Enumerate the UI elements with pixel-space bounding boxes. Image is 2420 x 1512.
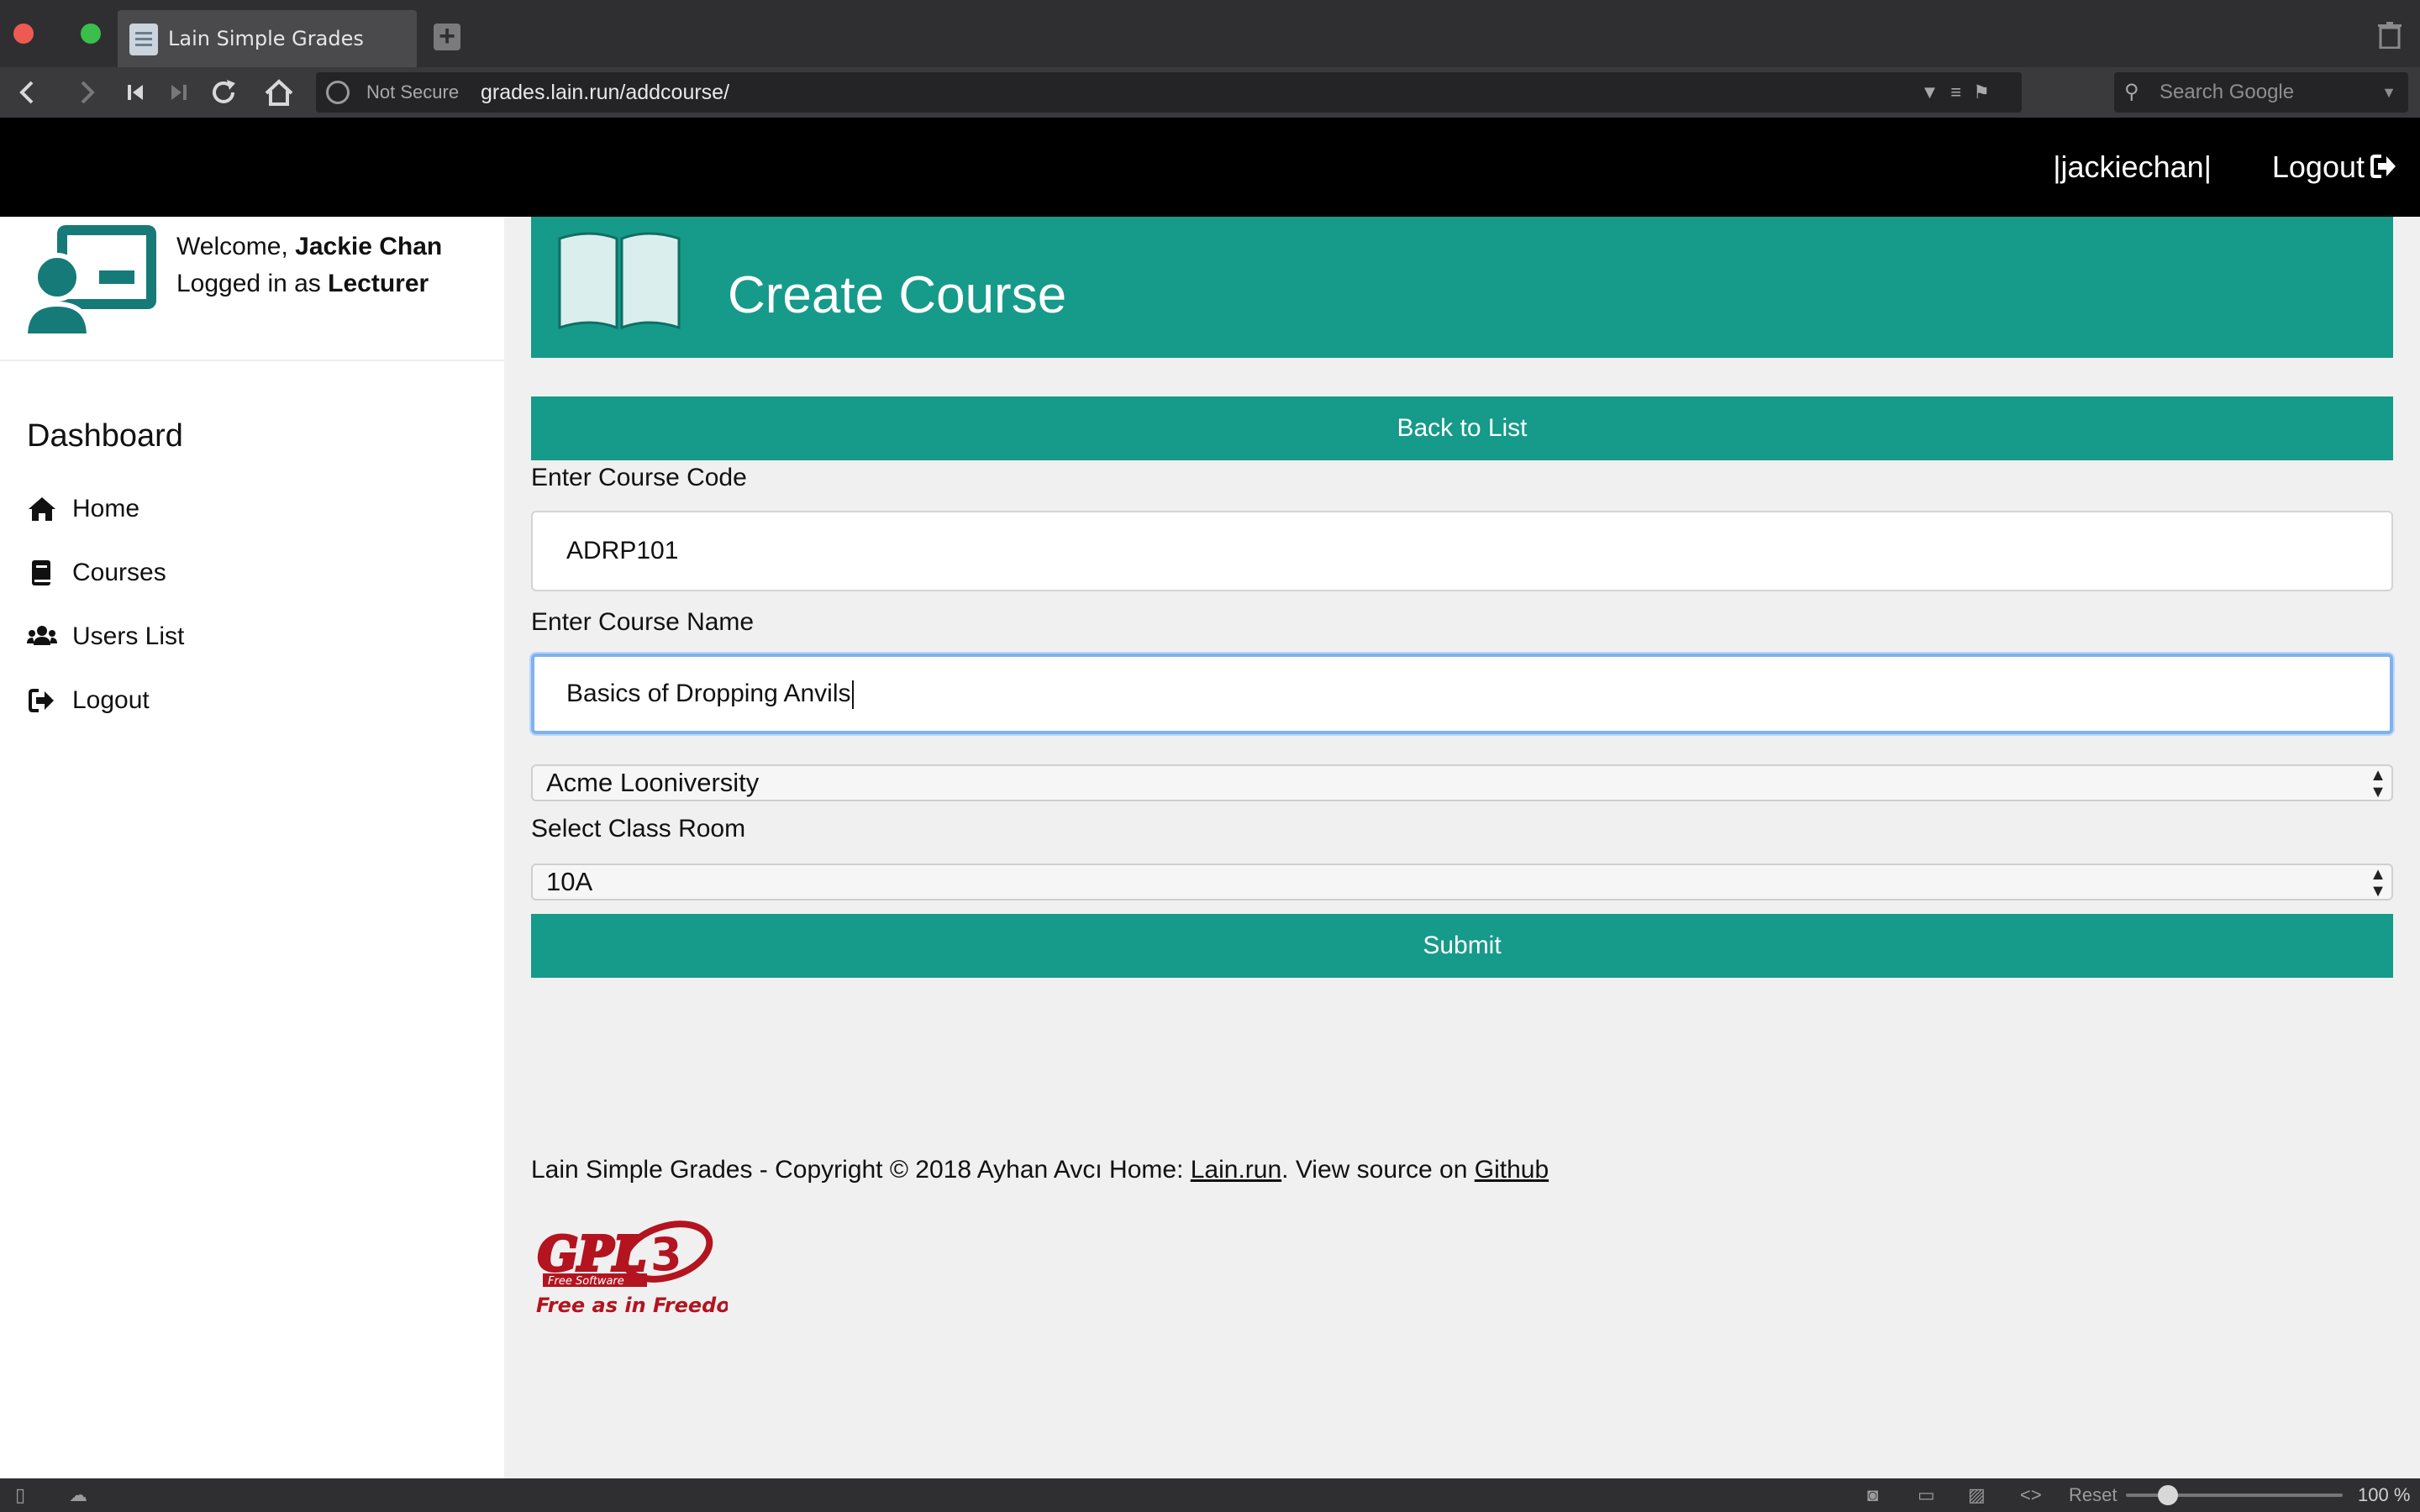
course-name-input[interactable]: Basics of Dropping Anvils xyxy=(531,654,2393,734)
sidebar-item-users-list[interactable]: Users List xyxy=(27,612,481,662)
welcome-text: Welcome, Jackie Chan Logged in as Lectur… xyxy=(176,228,442,302)
course-name-value: Basics of Dropping Anvils xyxy=(566,680,851,707)
user-profile: Welcome, Jackie Chan Logged in as Lectur… xyxy=(0,217,504,361)
footer-text: Lain Simple Grades - Copyright © 2018 Ay… xyxy=(531,1156,1549,1184)
book-icon xyxy=(32,560,50,585)
page-header: Create Course xyxy=(531,217,2393,358)
new-tab-button[interactable]: + xyxy=(434,22,460,50)
logout-link[interactable]: Logout xyxy=(2272,118,2365,217)
sidebar-item-label: Courses xyxy=(72,559,166,586)
gpl-logo[interactable]: GPL GPL 3 Free Software Free as in Freed… xyxy=(533,1218,728,1319)
chevron-down-icon[interactable]: ▼ xyxy=(2381,72,2396,113)
github-link[interactable]: Github xyxy=(1475,1156,1549,1184)
address-bar: Not Secure grades.lain.run/addcourse/ ▼≡… xyxy=(0,67,2420,118)
url-text[interactable]: grades.lain.run/addcourse/ xyxy=(481,72,729,113)
sidebar-item-home[interactable]: Home xyxy=(27,484,481,534)
search-field[interactable]: ⚲ Search Google ▼ xyxy=(2114,72,2408,113)
forward-icon[interactable] xyxy=(69,76,103,109)
fast-forward-icon[interactable] xyxy=(161,76,195,109)
zoom-reset-button[interactable]: Reset xyxy=(2069,1478,2117,1512)
svg-text:Free as in Freedom: Free as in Freedom xyxy=(536,1294,728,1317)
code-icon[interactable]: <> xyxy=(2020,1478,2042,1512)
search-placeholder: Search Google xyxy=(2160,81,2295,103)
browser-tab[interactable]: Lain Simple Grades xyxy=(118,10,417,67)
classroom-label: Select Class Room xyxy=(531,815,746,843)
image-icon[interactable]: ▨ xyxy=(1968,1478,1986,1512)
rewind-icon[interactable] xyxy=(119,76,153,109)
open-book-icon xyxy=(558,232,681,330)
course-code-label: Enter Course Code xyxy=(531,464,747,491)
zoom-slider-handle[interactable] xyxy=(2158,1485,2178,1505)
sidebar-item-label: Home xyxy=(72,495,140,522)
username-link[interactable]: |jackiechan| xyxy=(2053,118,2212,217)
svg-text:3: 3 xyxy=(650,1228,682,1281)
close-window-button[interactable] xyxy=(13,24,34,44)
text-cursor xyxy=(851,680,854,710)
back-to-list-button[interactable]: Back to List xyxy=(531,396,2393,460)
browser-status-bar: ▯ ☁ ◙ ▭ ▨ <> Reset 100 % xyxy=(0,1478,2420,1512)
zoom-window-button[interactable] xyxy=(81,24,101,44)
course-name-label: Enter Course Name xyxy=(531,608,755,636)
footer-source-text: . View source on xyxy=(1281,1156,1475,1184)
tab-title: Lain Simple Grades xyxy=(168,27,364,50)
course-code-input[interactable]: ADRP101 xyxy=(531,511,2393,591)
sidebar-item-courses[interactable]: Courses xyxy=(27,548,481,598)
select-arrows-icon: ▲ ▼ xyxy=(2370,766,2386,801)
cloud-icon[interactable]: ☁ xyxy=(69,1478,87,1512)
panel-toggle-icon[interactable]: ▯ xyxy=(15,1478,25,1512)
university-select-value: Acme Looniversity xyxy=(546,768,760,797)
not-secure-label: Not Secure xyxy=(366,81,460,102)
home-icon[interactable] xyxy=(262,76,296,109)
university-select[interactable]: Acme Looniversity ▲ ▼ xyxy=(531,764,2393,801)
sidebar-item-logout[interactable]: Logout xyxy=(27,675,481,726)
home-icon xyxy=(29,497,55,521)
globe-icon xyxy=(326,81,350,104)
reload-icon[interactable] xyxy=(207,76,240,109)
url-field[interactable]: Not Secure grades.lain.run/addcourse/ ▼≡… xyxy=(316,72,2022,113)
sign-out-icon[interactable] xyxy=(2370,153,2396,180)
sign-out-icon xyxy=(29,689,54,712)
camera-icon[interactable]: ◙ xyxy=(1867,1478,1878,1512)
classroom-select[interactable]: 10A ▲ ▼ xyxy=(531,864,2393,900)
user-role: Lecturer xyxy=(328,270,429,297)
trash-icon[interactable] xyxy=(2378,22,2403,50)
role-prefix: Logged in as xyxy=(176,270,329,297)
sidebar: Welcome, Jackie Chan Logged in as Lectur… xyxy=(0,217,504,1478)
browser-tab-bar: Lain Simple Grades + xyxy=(0,0,2420,67)
zoom-level: 100 % xyxy=(2358,1484,2411,1505)
select-arrows-icon: ▲ ▼ xyxy=(2370,865,2386,900)
top-navbar: |jackiechan| Logout xyxy=(0,118,2420,217)
svg-text:Free Software: Free Software xyxy=(548,1275,624,1288)
dashboard-title: Dashboard xyxy=(27,418,183,454)
page-title: Create Course xyxy=(728,266,1067,324)
welcome-prefix: Welcome, xyxy=(176,233,296,260)
user-name: Jackie Chan xyxy=(295,233,443,260)
users-icon xyxy=(27,626,57,645)
classroom-select-value: 10A xyxy=(546,867,593,896)
web-page: |jackiechan| Logout Welcome, Jackie Chan… xyxy=(0,118,2420,1478)
footer-copyright: Lain Simple Grades - Copyright © 2018 Ay… xyxy=(531,1156,1191,1184)
window-icon[interactable]: ▭ xyxy=(1918,1478,1935,1512)
course-code-value: ADRP101 xyxy=(566,537,679,564)
clipboard-icon xyxy=(129,24,158,55)
bookmark-icon[interactable]: ⚑ xyxy=(1973,81,2002,102)
back-icon[interactable] xyxy=(12,76,45,109)
address-tools[interactable]: ▼≡⚑ xyxy=(1921,72,2002,113)
search-icon: ⚲ xyxy=(2124,81,2139,103)
sidebar-item-label: Logout xyxy=(72,686,150,714)
submit-button[interactable]: Submit xyxy=(531,914,2393,978)
sidebar-item-label: Users List xyxy=(72,622,185,650)
home-link[interactable]: Lain.run xyxy=(1191,1156,1281,1184)
lecturer-avatar-icon xyxy=(24,225,156,338)
